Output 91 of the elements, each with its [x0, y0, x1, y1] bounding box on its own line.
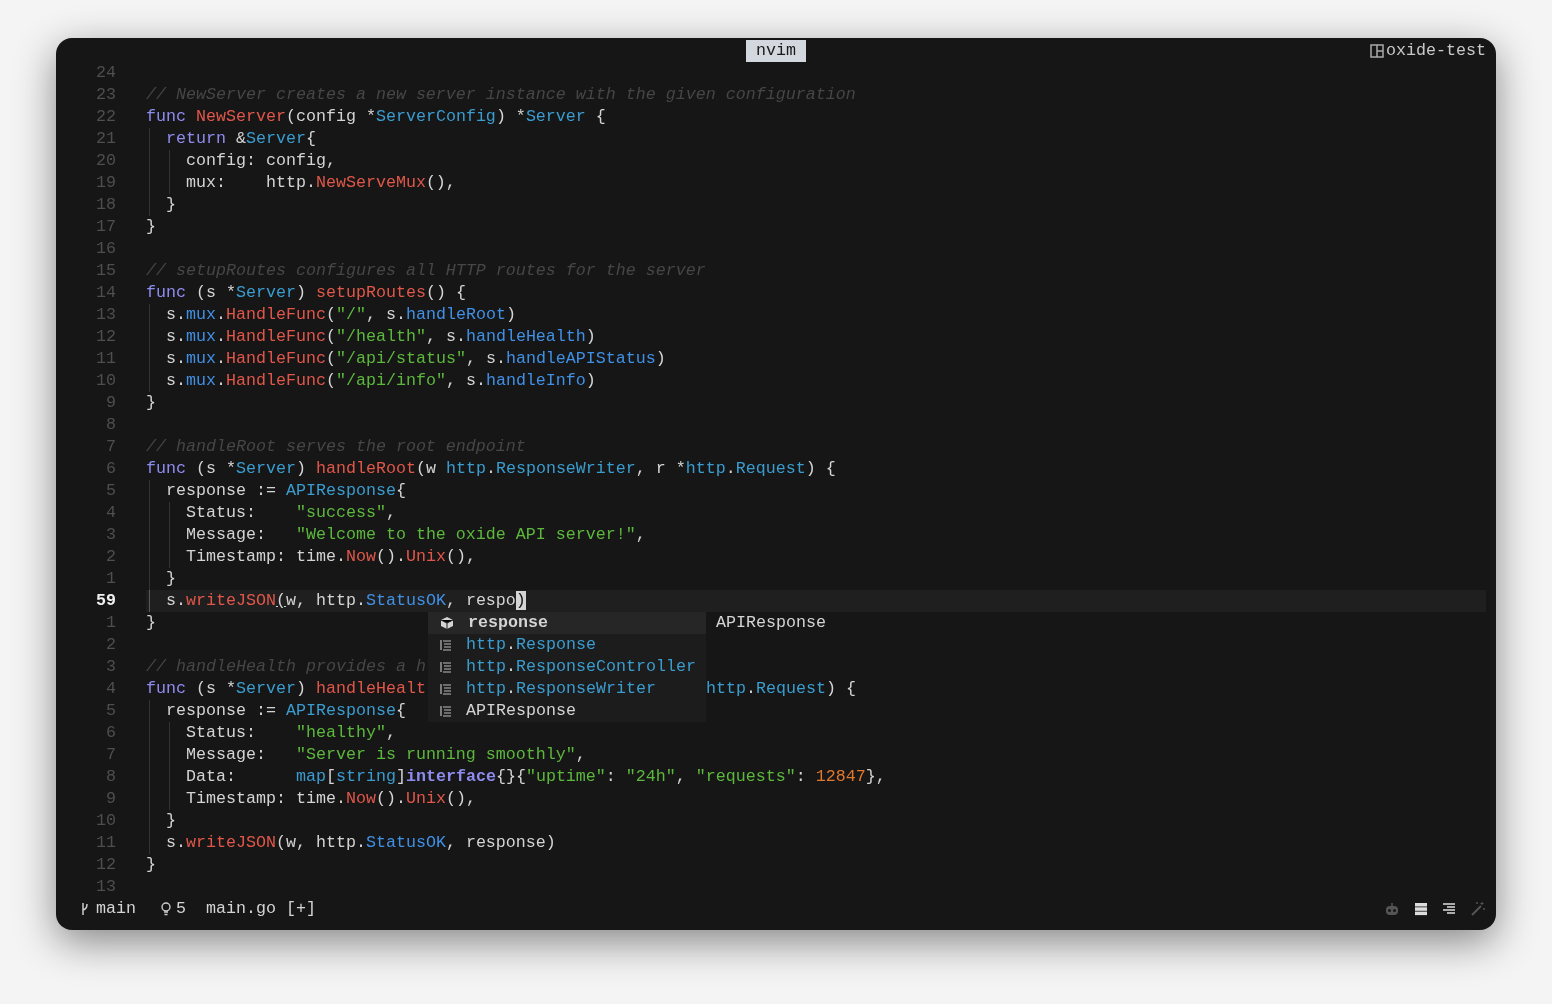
align-right-icon[interactable] — [1442, 902, 1456, 916]
code-line: Status: "healthy", — [184, 723, 396, 742]
type-hint: APIResponse — [716, 612, 826, 634]
code-line: Status: "success", — [184, 503, 396, 522]
line-number: 11 — [95, 832, 116, 854]
line-number: 13 — [95, 304, 116, 326]
line-number: 8 — [105, 766, 116, 788]
line-number: 59 — [95, 590, 116, 612]
robot-icon[interactable] — [1384, 902, 1400, 916]
line-number: 13 — [95, 876, 116, 898]
code-line: } — [165, 811, 176, 830]
branch-icon — [80, 901, 90, 917]
code-line: Data: map[string]interface{}{"uptime": "24h", "requests": 12847}, — [184, 767, 886, 786]
code-line: Message: "Server is running smoothly", — [184, 745, 586, 764]
layout-icon — [1370, 44, 1385, 58]
code-line: Message: "Welcome to the oxide API server!", — [184, 525, 646, 544]
code-line: func NewServer(config *ServerConfig) *Server { — [146, 107, 606, 126]
hint-count: 5 — [176, 898, 186, 920]
line-number: 9 — [105, 788, 116, 810]
line-number: 15 — [95, 260, 116, 282]
code-line: response := APIResponse{ — [165, 701, 406, 720]
code-line: func (s *Server) handleHealt — [146, 679, 426, 698]
code-line: s.mux.HandleFunc("/api/status", s.handleAPIStatus) — [165, 349, 666, 368]
code-line: config: config, — [184, 151, 336, 170]
line-number: 1 — [105, 612, 116, 634]
line-number: 17 — [95, 216, 116, 238]
code-line: response := APIResponse{ — [165, 481, 406, 500]
line-number: 12 — [95, 854, 116, 876]
list-icon — [440, 683, 452, 695]
code-line: http.Request) { — [706, 678, 856, 700]
line-number: 3 — [105, 656, 116, 678]
database-icon[interactable] — [1414, 902, 1428, 916]
magic-wand-icon[interactable] — [1470, 901, 1486, 917]
code-line: Timestamp: time.Now().Unix(), — [184, 789, 476, 808]
branch-name: main — [96, 898, 136, 920]
line-number: 21 — [95, 128, 116, 150]
code-line: } — [165, 195, 176, 214]
terminal-tab[interactable]: nvim — [746, 40, 806, 62]
line-number: 8 — [105, 414, 116, 436]
session-name: oxide-test — [1386, 40, 1486, 62]
line-number: 19 — [95, 172, 116, 194]
code-line: s.writeJSON(w, http.StatusOK, response) — [165, 833, 556, 852]
line-number: 20 — [95, 150, 116, 172]
line-number: 5 — [105, 480, 116, 502]
line-number: 12 — [95, 326, 116, 348]
completion-item[interactable]: http.ResponseController — [428, 656, 706, 678]
line-number: 2 — [105, 546, 116, 568]
line-number: 2 — [105, 634, 116, 656]
code-line: s.mux.HandleFunc("/health", s.handleHealth) — [165, 327, 596, 346]
line-number: 11 — [95, 348, 116, 370]
line-number: 4 — [105, 502, 116, 524]
completion-item[interactable]: APIResponse — [428, 700, 706, 722]
cube-icon — [440, 616, 454, 630]
line-number: 6 — [105, 722, 116, 744]
line-number: 4 — [105, 678, 116, 700]
code-line: func (s *Server) setupRoutes() { — [146, 283, 466, 302]
code-line: s.mux.HandleFunc("/", s.handleRoot) — [165, 305, 516, 324]
code-line: } — [146, 855, 156, 874]
line-number: 9 — [105, 392, 116, 414]
code-line: func (s *Server) handleRoot(w http.ResponseWriter, r *http.Request) { — [146, 459, 836, 478]
line-number: 10 — [95, 370, 116, 392]
line-number: 7 — [105, 744, 116, 766]
list-icon — [440, 705, 452, 717]
code-line: } — [146, 217, 156, 236]
line-number: 18 — [95, 194, 116, 216]
line-number: 22 — [95, 106, 116, 128]
code-line: } — [146, 613, 156, 632]
code-line: } — [165, 569, 176, 588]
code-line: } — [146, 393, 156, 412]
completion-item[interactable]: response — [428, 612, 706, 634]
code-line: s.mux.HandleFunc("/api/info", s.handleInfo) — [165, 371, 596, 390]
code-line: Timestamp: time.Now().Unix(), — [184, 547, 476, 566]
completion-item[interactable]: http.ResponseWriter — [428, 678, 706, 700]
file-name: main.go [+] — [206, 898, 316, 920]
line-number: 5 — [105, 700, 116, 722]
code-line: s.writeJSON(w, http.StatusOK, respo) — [165, 591, 526, 610]
line-number: 7 — [105, 436, 116, 458]
code-line: mux: http.NewServeMux(), — [184, 173, 456, 192]
line-number: 14 — [95, 282, 116, 304]
line-number: 3 — [105, 524, 116, 546]
line-number: 24 — [95, 62, 116, 84]
line-number: 16 — [95, 238, 116, 260]
code-line: return &Server{ — [165, 129, 316, 148]
list-icon — [440, 639, 452, 651]
line-number: 1 — [105, 568, 116, 590]
line-number: 23 — [95, 84, 116, 106]
list-icon — [440, 661, 452, 673]
completion-item[interactable]: http.Response — [428, 634, 706, 656]
line-number: 10 — [95, 810, 116, 832]
line-number: 6 — [105, 458, 116, 480]
lightbulb-icon — [160, 901, 172, 917]
